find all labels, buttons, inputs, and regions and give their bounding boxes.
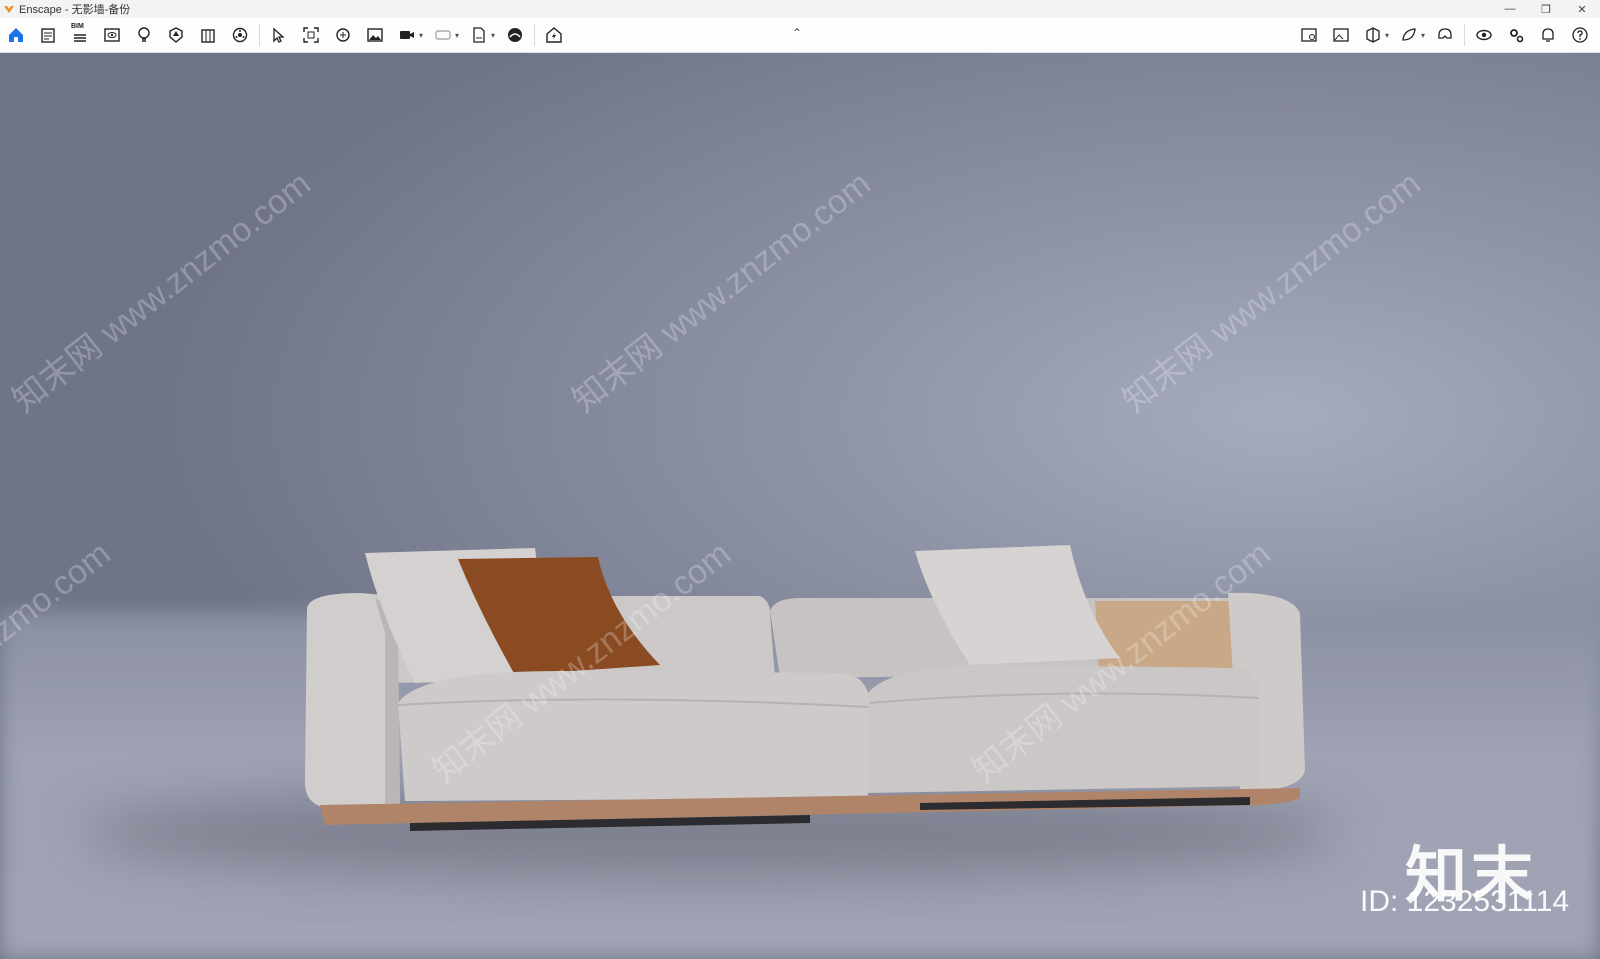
project-button[interactable]: [34, 21, 62, 49]
asset-library-icon: [169, 27, 183, 43]
sun-settings-icon: [232, 27, 248, 43]
building-icon: [201, 29, 215, 43]
sun-settings-button[interactable]: [226, 21, 254, 49]
hide-ui-button[interactable]: [1295, 21, 1323, 49]
image-settings-button[interactable]: [1327, 21, 1355, 49]
select-icon: [273, 27, 285, 43]
render-viewport[interactable]: 知末网 www.znzmo.com 知末网 www.znzmo.com 知末网 …: [0, 53, 1600, 959]
window-title: Enscape - 无影墙-备份: [19, 4, 131, 16]
section-button[interactable]: [1359, 21, 1387, 49]
section-icon: [1366, 27, 1380, 43]
restore-button[interactable]: ❐: [1528, 0, 1564, 18]
screenshot-icon: [303, 27, 319, 43]
collaborate-icon: [508, 28, 523, 42]
collapse-toolbar-icon[interactable]: ⌃: [792, 26, 802, 40]
vr-icon: [435, 30, 451, 40]
notifications-icon: [1542, 28, 1554, 42]
panorama-button[interactable]: [329, 21, 357, 49]
panorama-icon: [336, 28, 350, 42]
project-icon: [41, 28, 55, 43]
toolbar-divider: [534, 24, 536, 46]
title-bar: Enscape - 无影墙-备份 — ❐ ✕: [0, 0, 1600, 18]
views-button[interactable]: [98, 21, 126, 49]
minimize-button[interactable]: —: [1492, 0, 1528, 18]
live-update-icon: [546, 27, 562, 43]
vr-headset-icon: [1438, 28, 1452, 39]
help-icon: [1572, 27, 1588, 43]
right-toolbar: ▾ ▾: [1293, 18, 1596, 52]
video-editor-button[interactable]: [393, 21, 421, 49]
help-button[interactable]: [1566, 21, 1594, 49]
collaborate-button[interactable]: [501, 21, 529, 49]
screenshot-button[interactable]: [297, 21, 325, 49]
light-icon: [138, 27, 150, 42]
visual-settings-icon: [1476, 29, 1492, 41]
export-exe-icon: [473, 27, 485, 43]
image-button[interactable]: [361, 21, 389, 49]
light-button[interactable]: [130, 21, 158, 49]
bim-button[interactable]: BIM: [66, 21, 94, 49]
image-id-label: ID: 1232531114: [1360, 885, 1570, 918]
toolbar-divider: [1464, 24, 1465, 46]
vr-button[interactable]: [429, 21, 457, 49]
vr-headset-button[interactable]: [1431, 21, 1459, 49]
image-settings-icon: [1333, 28, 1349, 42]
live-update-button[interactable]: [540, 21, 568, 49]
bim-label: BIM: [71, 23, 84, 30]
settings-button[interactable]: [1502, 21, 1530, 49]
views-icon: [104, 28, 120, 42]
hide-ui-icon: [1301, 28, 1317, 42]
material-editor-icon: [1402, 28, 1416, 41]
home-icon: [9, 28, 23, 42]
building-button[interactable]: [194, 21, 222, 49]
toolbar-divider: [259, 24, 260, 46]
close-button[interactable]: ✕: [1564, 0, 1600, 18]
select-button[interactable]: [265, 21, 293, 49]
notifications-button[interactable]: [1534, 21, 1562, 49]
asset-library-button[interactable]: [162, 21, 190, 49]
settings-icon: [1510, 29, 1524, 43]
export-exe-button[interactable]: [465, 21, 493, 49]
home-button[interactable]: [2, 21, 30, 49]
image-icon: [367, 28, 383, 42]
visual-settings-button[interactable]: [1470, 21, 1498, 49]
enscape-logo-icon: [4, 6, 14, 13]
material-editor-button[interactable]: [1395, 21, 1423, 49]
video-editor-icon: [400, 31, 414, 39]
